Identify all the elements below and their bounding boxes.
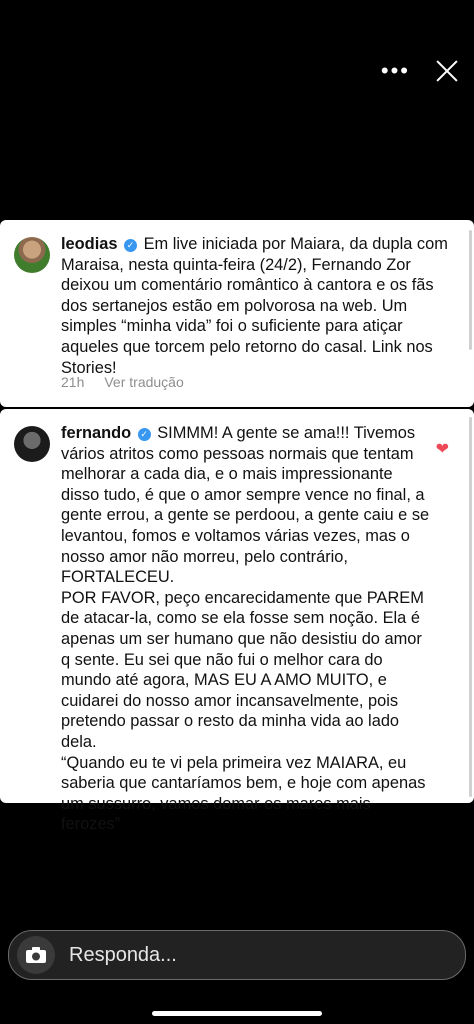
scrollbar[interactable] — [469, 417, 472, 797]
more-options-icon[interactable]: ••• — [381, 60, 410, 82]
camera-icon[interactable] — [17, 936, 55, 974]
heart-icon[interactable]: ❤ — [436, 439, 449, 459]
reply-input-bar[interactable]: Responda... — [8, 930, 466, 980]
comment-paragraph-2: POR FAVOR, peço encarecidamente que PARE… — [61, 588, 424, 751]
home-indicator — [152, 1011, 322, 1016]
close-icon[interactable] — [434, 58, 460, 84]
avatar[interactable] — [14, 237, 50, 273]
comment-text-block: leodias ✓ Em live iniciada por Maiara, d… — [61, 234, 461, 378]
verified-badge-icon: ✓ — [124, 239, 138, 252]
verified-badge-icon: ✓ — [137, 428, 151, 441]
comment-meta: 21h Ver tradução — [61, 374, 184, 390]
avatar[interactable] — [14, 426, 50, 462]
username[interactable]: fernando — [61, 424, 131, 442]
see-translation-link[interactable]: Ver tradução — [104, 374, 183, 390]
comment-card-leodias: leodias ✓ Em live iniciada por Maiara, d… — [0, 220, 474, 407]
username[interactable]: leodias — [61, 235, 117, 253]
reply-placeholder[interactable]: Responda... — [69, 944, 177, 967]
comment-time: 21h — [61, 374, 85, 390]
comment-text: Em live iniciada por Maiara, da dupla co… — [61, 235, 448, 377]
scrollbar[interactable] — [469, 230, 472, 350]
story-top-controls: ••• — [381, 58, 460, 84]
comment-paragraph-3: “Quando eu te vi pela primeira vez MAIAR… — [61, 753, 426, 834]
comment-card-fernando: fernando ✓ SIMMM! A gente se ama!!! Tive… — [0, 409, 474, 833]
comment-text: SIMMM! A gente se ama!!! Tivemos vários … — [61, 424, 430, 587]
comment-text-block: fernando ✓ SIMMM! A gente se ama!!! Tive… — [61, 423, 431, 835]
